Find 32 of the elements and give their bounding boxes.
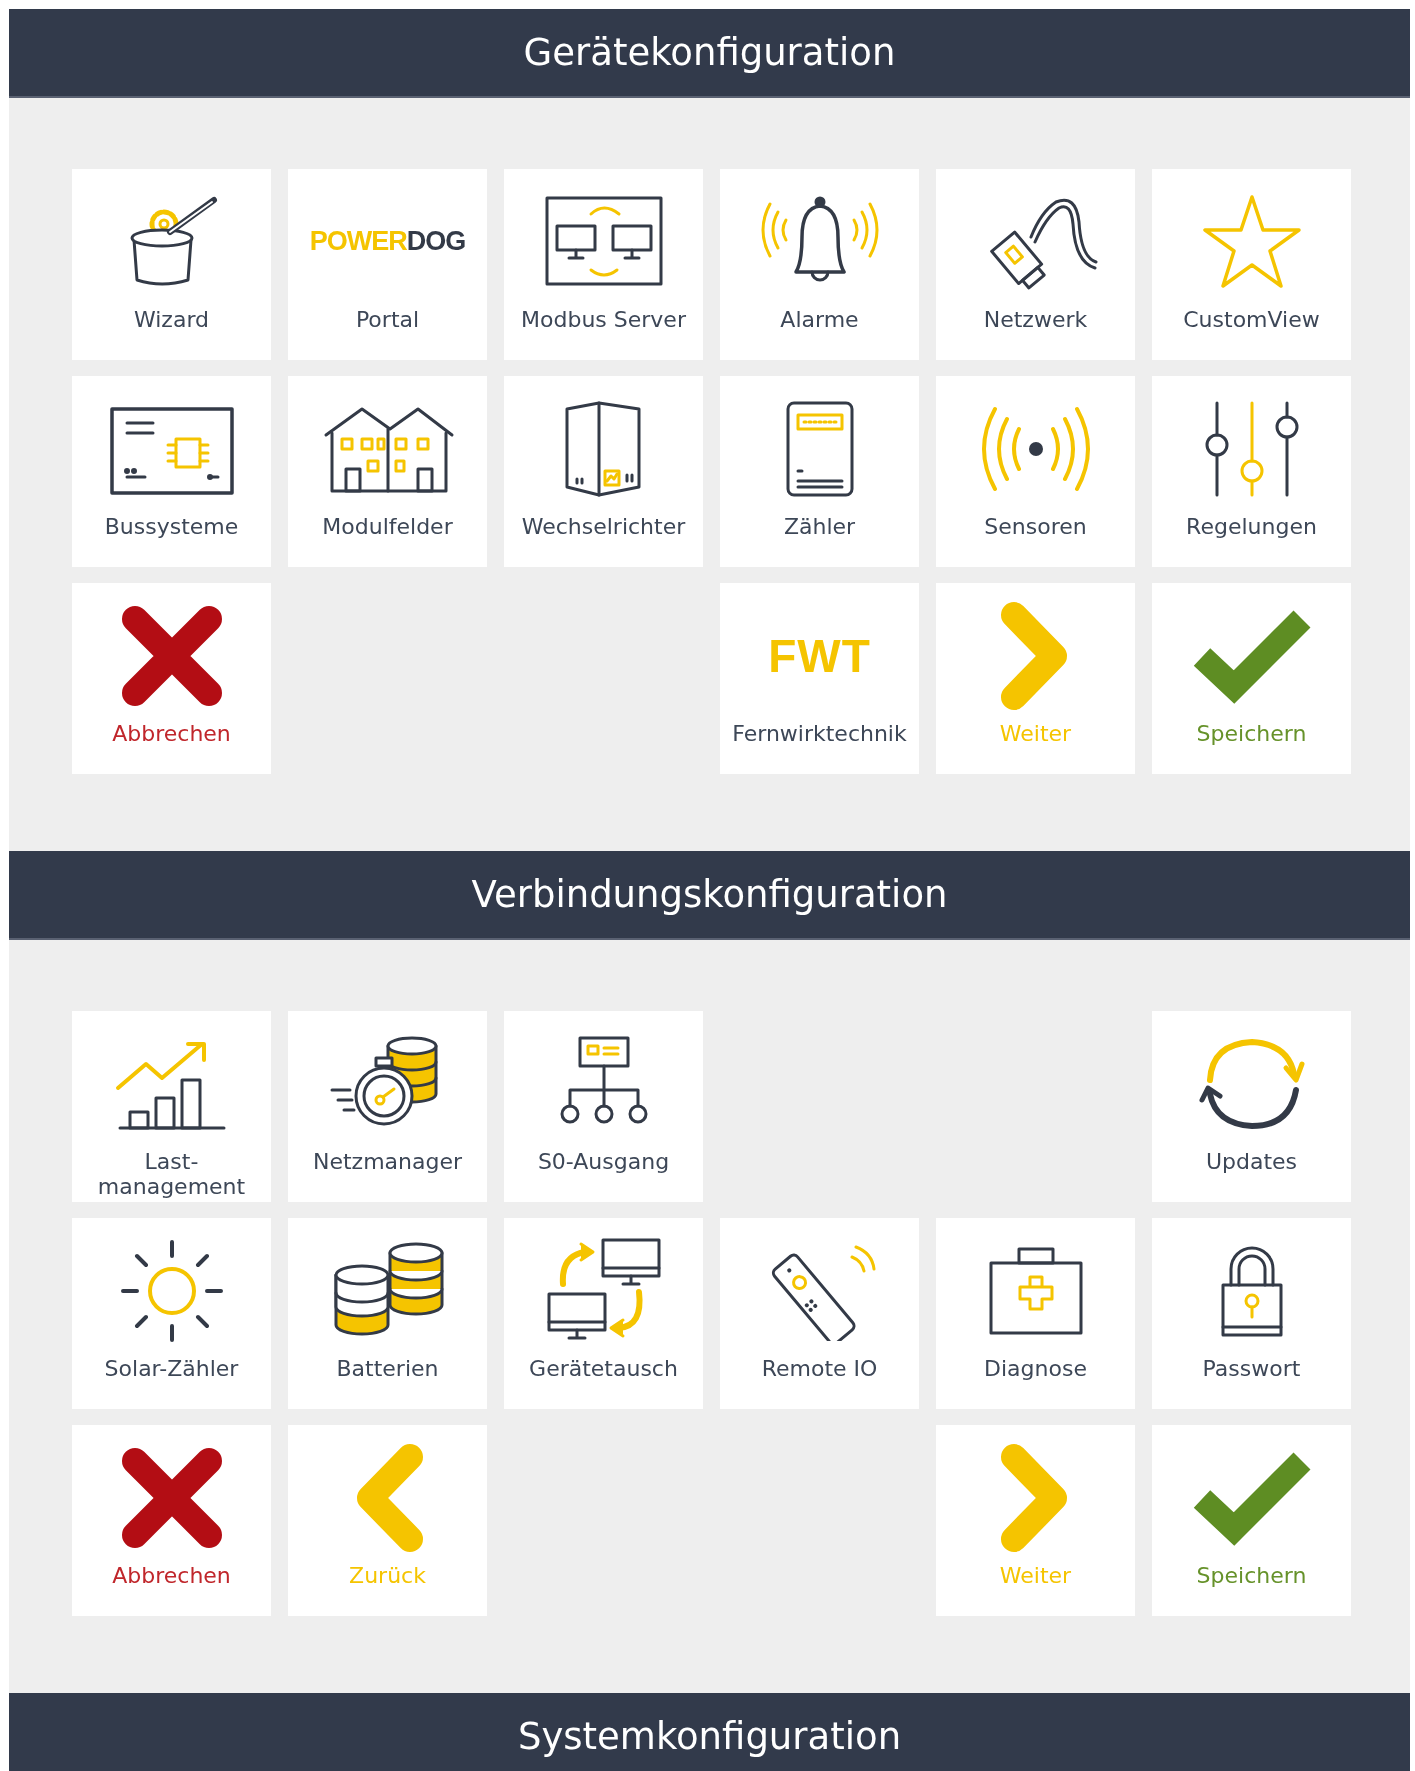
menu-tile[interactable]: Modulfelder xyxy=(288,376,487,567)
menu-tile[interactable]: Modbus Server xyxy=(504,169,703,360)
menu-tile[interactable]: Wechselrichter xyxy=(504,376,703,567)
menu-tile[interactable]: Abbrechen xyxy=(72,1425,271,1616)
menu-tile[interactable]: Wizard xyxy=(72,169,271,360)
menu-tile[interactable]: S0-Ausgang xyxy=(504,1011,703,1202)
menu-tile[interactable]: Zähler xyxy=(720,376,919,567)
menu-tile[interactable]: Abbrechen xyxy=(72,583,271,774)
menu-tile[interactable]: FWT Fernwirktechnik xyxy=(720,583,919,774)
menu-tile[interactable]: Regelungen xyxy=(1152,376,1351,567)
menu-tile[interactable]: Remote IO xyxy=(720,1218,919,1409)
menu-tile[interactable]: Speichern xyxy=(1152,1425,1351,1616)
menu-tile[interactable]: Passwort xyxy=(1152,1218,1351,1409)
menu-tile[interactable]: CustomView xyxy=(1152,169,1351,360)
menu-tile[interactable]: Updates xyxy=(1152,1011,1351,1202)
menu-tile[interactable]: Alarme xyxy=(720,169,919,360)
menu-tile[interactable]: Speichern xyxy=(1152,583,1351,774)
menu-tile[interactable]: Batterien xyxy=(288,1218,487,1409)
menu-tile[interactable]: Gerätetausch xyxy=(504,1218,703,1409)
menu-tile[interactable]: POWERDOG Portal xyxy=(288,169,487,360)
menu-tile[interactable]: Netzwerk xyxy=(936,169,1135,360)
menu-tile[interactable]: Diagnose xyxy=(936,1218,1135,1409)
section-title: Systemkonfiguration xyxy=(517,1713,902,1760)
logo: POWERDOG xyxy=(309,226,466,258)
menu-tile[interactable]: Solar-Zähler xyxy=(72,1218,271,1409)
menu-tile[interactable]: Netzmanager xyxy=(288,1011,487,1202)
menu-tile[interactable]: Last-management xyxy=(72,1011,271,1202)
section-title: Gerätekonfiguration xyxy=(523,29,896,76)
menu-tile[interactable]: Bussysteme xyxy=(72,376,271,567)
section-title: Verbindungskonfiguration xyxy=(471,871,948,918)
menu-tile[interactable]: Sensoren xyxy=(936,376,1135,567)
logo: FWT xyxy=(768,629,871,683)
